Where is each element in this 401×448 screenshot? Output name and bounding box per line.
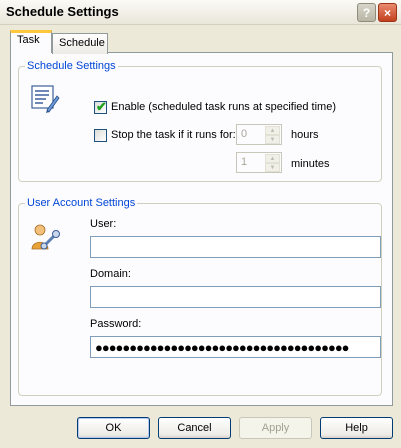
stop-task-checkbox[interactable]: [94, 129, 107, 142]
minutes-down-button[interactable]: ▼: [265, 163, 280, 172]
domain-field[interactable]: [90, 286, 381, 308]
title-close-button[interactable]: ×: [378, 3, 397, 22]
enable-checkbox[interactable]: ✔: [94, 99, 107, 114]
hours-value: 0: [241, 128, 248, 140]
user-field[interactable]: [90, 236, 381, 258]
checkmark-icon: ✔: [96, 99, 107, 114]
minutes-unit-label: minutes: [291, 158, 330, 170]
password-field[interactable]: ●●●●●●●●●●●●●●●●●●●●●●●●●●●●●●●●●●●●●: [90, 336, 381, 358]
user-account-icon: [31, 224, 60, 250]
help-icon: ?: [362, 5, 371, 20]
window-title: Schedule Settings: [6, 4, 119, 19]
schedule-settings-group: Schedule Settings ✔ Enable (scheduled ta…: [18, 60, 382, 182]
help-button[interactable]: Help: [320, 417, 393, 439]
minutes-stepper[interactable]: 1 ▲ ▼: [236, 152, 282, 173]
hours-stepper[interactable]: 0 ▲ ▼: [236, 124, 282, 145]
hours-up-button[interactable]: ▲: [265, 126, 280, 135]
tab-schedule[interactable]: Schedule: [52, 33, 108, 54]
hours-unit-label: hours: [291, 129, 319, 141]
cancel-button[interactable]: Cancel: [158, 417, 231, 439]
user-label: User:: [90, 218, 117, 230]
schedule-settings-legend: Schedule Settings: [25, 60, 118, 72]
tab-task[interactable]: Task: [10, 30, 52, 53]
tab-task-label: Task: [17, 34, 40, 46]
task-tab-panel: Schedule Settings ✔ Enable (scheduled ta…: [10, 52, 393, 406]
ok-button[interactable]: OK: [77, 417, 150, 439]
apply-button[interactable]: Apply: [239, 417, 312, 439]
user-account-legend: User Account Settings: [25, 197, 138, 209]
user-account-group: User Account Settings User: Domain: Pass…: [18, 197, 382, 396]
password-label: Password:: [90, 318, 142, 330]
close-icon: ×: [383, 5, 391, 20]
hours-down-button[interactable]: ▼: [265, 135, 280, 144]
title-help-button[interactable]: ?: [357, 3, 376, 22]
schedule-settings-icon: [31, 85, 60, 113]
stop-task-label: Stop the task if it runs for:: [111, 129, 236, 141]
password-value: ●●●●●●●●●●●●●●●●●●●●●●●●●●●●●●●●●●●●●: [95, 340, 350, 355]
minutes-up-button[interactable]: ▲: [265, 154, 280, 163]
minutes-value: 1: [241, 156, 248, 168]
title-bar[interactable]: Schedule Settings ? ×: [0, 0, 401, 25]
tab-schedule-label: Schedule: [59, 37, 105, 49]
domain-label: Domain:: [90, 268, 131, 280]
enable-label: Enable (scheduled task runs at specified…: [111, 101, 337, 113]
